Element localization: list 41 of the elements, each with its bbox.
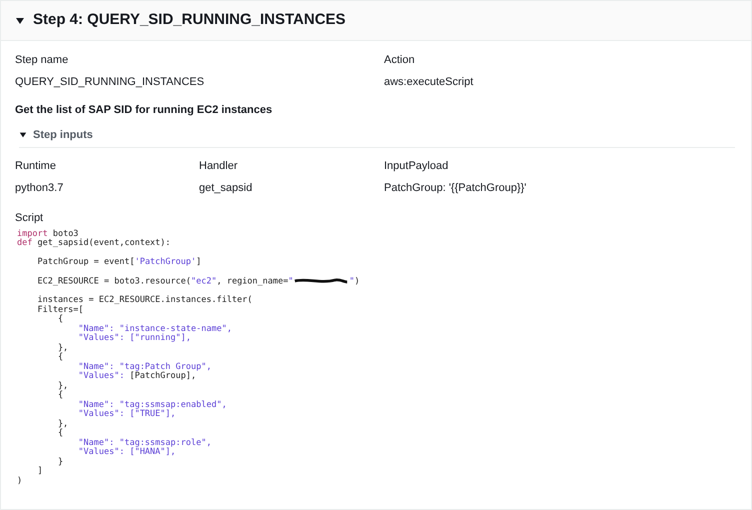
code-line: ) xyxy=(17,476,22,486)
code-line: "Values": ["running"], xyxy=(77,334,191,344)
code-line: { xyxy=(56,315,64,325)
section-title: Step inputs xyxy=(33,128,93,142)
code-line: "Name": "instance-state-name", xyxy=(77,324,232,334)
code-line: ] xyxy=(36,467,43,477)
code-line: "Name": "tag:Patch Group", xyxy=(77,362,212,372)
field-label: InputPayload xyxy=(384,159,450,174)
code-line: } xyxy=(56,458,64,468)
field-label: Step name xyxy=(15,53,70,68)
step-title: Step 4: QUERY_SID_RUNNING_INSTANCES xyxy=(33,10,346,30)
field-value: get_sapsid xyxy=(199,180,254,196)
code-line: }, xyxy=(56,382,68,391)
code-line: "Name": "tag:ssmsap:enabled", xyxy=(77,400,227,410)
redaction-scribble xyxy=(293,277,350,285)
code-line: Filters=[ xyxy=(36,306,84,315)
code-line: EC2_RESOURCE = boto3.resource("ec2", region_name=" ") xyxy=(36,277,360,287)
step-description: Get the list of SAP SID for running EC2 instances xyxy=(15,103,274,118)
code-line: import boto3 xyxy=(17,230,78,238)
code-line: "Values": ["HANA"], xyxy=(77,448,176,458)
code-line: "Values": ["TRUE"], xyxy=(77,410,176,420)
field-value: QUERY_SID_RUNNING_INSTANCES xyxy=(15,74,206,90)
field-label: Runtime xyxy=(15,159,57,174)
code-line: }, xyxy=(56,344,68,353)
caret-icon[interactable] xyxy=(19,130,27,139)
field-value: python3.7 xyxy=(15,180,64,196)
field-label: Action xyxy=(384,53,416,68)
code-line: { xyxy=(56,353,64,363)
code-line: PatchGroup = event['PatchGroup'] xyxy=(36,258,202,268)
field-label: Script xyxy=(15,211,44,226)
caret-icon[interactable] xyxy=(15,16,25,26)
code-line: { xyxy=(56,391,64,401)
code-line: }, xyxy=(56,420,68,429)
code-line: "Values": [PatchGroup], xyxy=(77,372,196,382)
field-value: PatchGroup: '{{PatchGroup}}' xyxy=(384,180,528,196)
field-label: Handler xyxy=(199,159,239,174)
field-value: aws:executeScript xyxy=(384,74,474,90)
code-line: def get_sapsid(event,context): xyxy=(17,239,171,248)
code-line: instances = EC2_RESOURCE.instances.filter( xyxy=(36,296,252,306)
code-line: "Name": "tag:ssmsap:role", xyxy=(77,438,212,448)
code-line: { xyxy=(56,429,64,439)
